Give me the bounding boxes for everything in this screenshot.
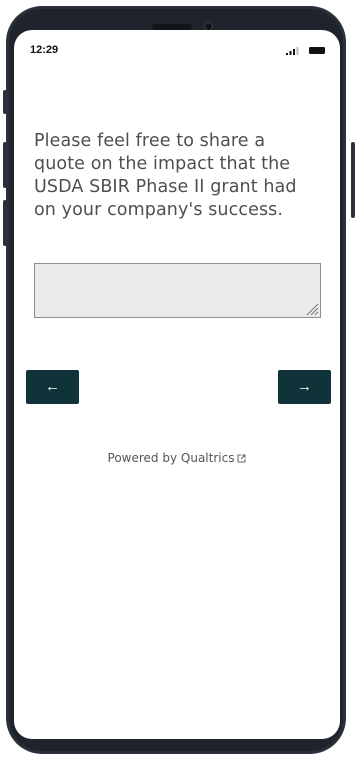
powered-by-link[interactable]: Powered by Qualtrics xyxy=(14,451,340,465)
cellular-signal-icon xyxy=(286,47,299,55)
answer-textarea[interactable] xyxy=(34,263,321,318)
status-time: 12:29 xyxy=(30,44,59,56)
right-arrow-icon: → xyxy=(297,378,312,395)
question-text: Please feel free to share a quote on the… xyxy=(34,131,297,220)
next-button[interactable]: → xyxy=(278,370,331,404)
phone-screen: 12:29 Please feel free to share a quote … xyxy=(14,30,340,739)
volume-down-button xyxy=(3,200,7,246)
mute-switch xyxy=(3,90,7,114)
external-link-icon xyxy=(237,454,246,463)
powered-by-text: Powered by Qualtrics xyxy=(107,451,235,465)
power-button xyxy=(351,142,355,218)
left-arrow-icon: ← xyxy=(45,378,60,395)
battery-icon xyxy=(309,47,325,54)
back-button[interactable]: ← xyxy=(26,370,79,404)
volume-up-button xyxy=(3,142,7,188)
